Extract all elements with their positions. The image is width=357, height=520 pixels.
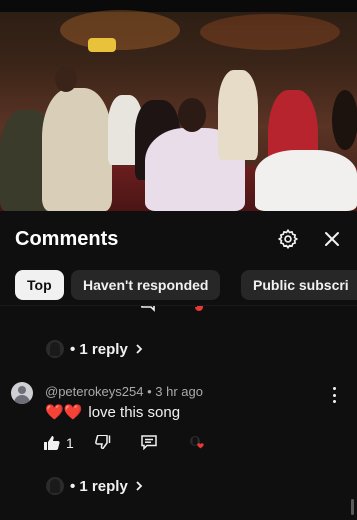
like-button[interactable]: 1 (44, 435, 74, 451)
comments-title: Comments (15, 228, 119, 250)
heart-emoji: ❤️❤️ (45, 404, 83, 421)
crowd-person (218, 70, 258, 160)
reply-count: • 1 reply (70, 477, 128, 495)
like-count: 1 (66, 435, 74, 451)
crowd-head (178, 98, 206, 132)
thumbs-up-icon (44, 436, 60, 450)
chip-havent-responded[interactable]: Haven't responded (71, 270, 221, 300)
comment-list[interactable]: • 1 reply @peterokeys254 • 3 hr ago ❤️❤️… (0, 306, 357, 520)
reply-icon[interactable] (141, 306, 157, 312)
crowd-person (255, 150, 357, 211)
crowd-head (55, 66, 77, 92)
comment-text: ❤️❤️ love this song (45, 403, 181, 422)
close-icon[interactable] (320, 227, 344, 251)
video-player[interactable] (0, 0, 357, 211)
chevron-right-icon (136, 344, 143, 354)
status-strip (0, 0, 357, 12)
dislike-button[interactable] (95, 435, 111, 449)
stage-light (200, 14, 340, 50)
reply-thread-link[interactable]: • 1 reply (46, 477, 144, 495)
chip-public-subscribers[interactable]: Public subscri (241, 270, 357, 300)
reply-thread-link[interactable]: • 1 reply (46, 340, 144, 358)
scrollbar[interactable] (351, 499, 354, 515)
reply-button[interactable] (141, 435, 157, 450)
heart-icon[interactable] (188, 306, 204, 312)
filter-chips: Top Haven't responded Public subscri (0, 268, 357, 302)
creator-avatar (46, 477, 64, 495)
chevron-right-icon (136, 481, 143, 491)
comment-author[interactable]: @peterokeys254 (45, 384, 143, 399)
comment-icon (141, 435, 157, 450)
comment-time: • 3 hr ago (147, 384, 203, 399)
creator-avatar (46, 340, 64, 358)
comments-header: Comments (0, 211, 357, 267)
creator-heart-icon (190, 436, 204, 449)
avatar[interactable] (11, 382, 33, 404)
like-button[interactable] (44, 306, 62, 314)
comment-body: love this song (88, 403, 181, 421)
creator-heart-button[interactable] (188, 435, 206, 451)
chip-top[interactable]: Top (15, 270, 64, 300)
reply-count: • 1 reply (70, 340, 128, 358)
comment-meta: @peterokeys254 • 3 hr ago (45, 384, 203, 399)
thumbs-down-icon (95, 435, 111, 449)
gear-icon[interactable] (276, 227, 300, 251)
crowd-head (332, 90, 357, 150)
waving-cloth (88, 38, 116, 52)
stage-light (60, 10, 180, 50)
more-options-icon[interactable] (328, 387, 340, 403)
crowd-person (42, 88, 112, 211)
